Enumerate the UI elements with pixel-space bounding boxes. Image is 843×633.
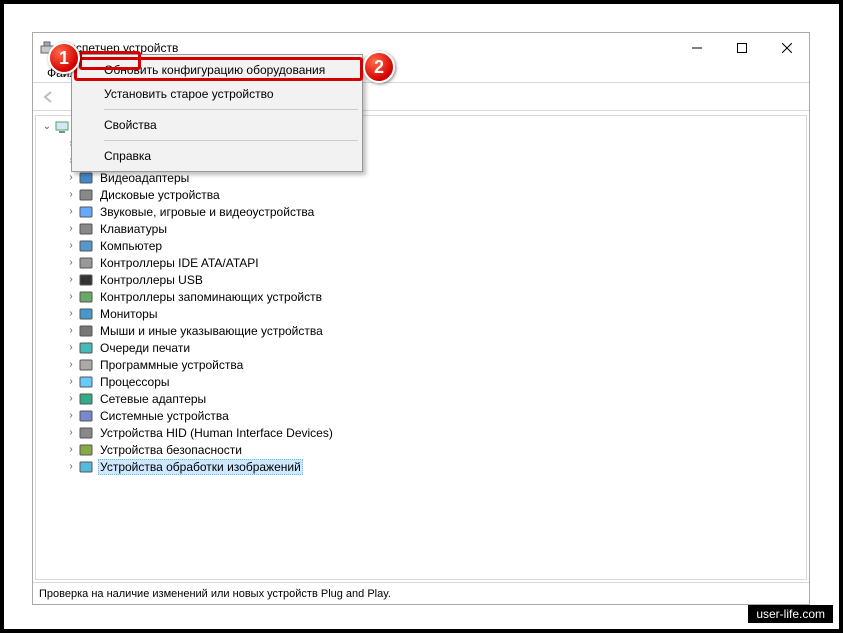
- menu-item-props[interactable]: Свойства: [74, 113, 360, 137]
- callout-2: 2: [363, 51, 395, 83]
- expand-toggle[interactable]: ›: [64, 461, 78, 472]
- cpu-icon: [78, 374, 94, 390]
- tree-item[interactable]: › Программные устройства: [36, 356, 806, 373]
- maximize-button[interactable]: [719, 33, 764, 63]
- window-controls: [674, 33, 809, 63]
- tree-item[interactable]: › Устройства обработки изображений: [36, 458, 806, 475]
- tree-item-label: Мыши и иные указывающие устройства: [98, 324, 325, 338]
- security-icon: [78, 442, 94, 458]
- computer-icon: [78, 238, 94, 254]
- status-text: Проверка на наличие изменений или новых …: [39, 588, 391, 600]
- tree-item[interactable]: › Контроллеры IDE ATA/ATAPI: [36, 254, 806, 271]
- minimize-button[interactable]: [674, 33, 719, 63]
- imaging-icon: [78, 459, 94, 475]
- expand-toggle[interactable]: ›: [64, 325, 78, 336]
- expand-toggle[interactable]: ›: [64, 189, 78, 200]
- tree-item-label: Клавиатуры: [98, 222, 169, 236]
- tree-item-label: Сетевые адаптеры: [98, 392, 208, 406]
- tree-item-label: Программные устройства: [98, 358, 245, 372]
- tree-item-label: Контроллеры запоминающих устройств: [98, 290, 324, 304]
- tree-item[interactable]: › Устройства безопасности: [36, 441, 806, 458]
- tree-item[interactable]: › Устройства HID (Human Interface Devices…: [36, 424, 806, 441]
- storage-icon: [78, 289, 94, 305]
- expand-toggle[interactable]: ›: [64, 291, 78, 302]
- window-title: Диспетчер устройств: [61, 41, 674, 55]
- watermark: user-life.com: [748, 605, 833, 623]
- tree-item-label: Мониторы: [98, 307, 159, 321]
- software-icon: [78, 357, 94, 373]
- expand-toggle[interactable]: ›: [64, 308, 78, 319]
- tree-item[interactable]: › Дисковые устройства: [36, 186, 806, 203]
- expand-toggle[interactable]: ⌄: [40, 121, 54, 132]
- tree-container: ⌄ ›Аудиовходы и аудиовыходы›Батареи›Виде…: [33, 111, 809, 582]
- tree-item-label: Видеоадаптеры: [98, 171, 191, 185]
- expand-toggle[interactable]: ›: [64, 393, 78, 404]
- network-icon: [78, 391, 94, 407]
- ide-icon: [78, 255, 94, 271]
- expand-toggle[interactable]: ›: [64, 172, 78, 183]
- tree-item-label: Устройства HID (Human Interface Devices): [98, 426, 335, 440]
- statusbar: Проверка на наличие изменений или новых …: [33, 582, 809, 604]
- menu-item-help[interactable]: Справка: [74, 144, 360, 168]
- tree-item[interactable]: › Мыши и иные указывающие устройства: [36, 322, 806, 339]
- back-button[interactable]: [37, 85, 61, 109]
- expand-toggle[interactable]: ›: [64, 342, 78, 353]
- tree-item[interactable]: › Мониторы: [36, 305, 806, 322]
- tree-item-label: Контроллеры USB: [98, 273, 205, 287]
- expand-toggle[interactable]: ›: [64, 206, 78, 217]
- mouse-icon: [78, 323, 94, 339]
- system-icon: [78, 408, 94, 424]
- tree-item[interactable]: › Клавиатуры: [36, 220, 806, 237]
- tree-item-label: Дисковые устройства: [98, 188, 222, 202]
- tree-item-label: Устройства обработки изображений: [98, 459, 303, 475]
- expand-toggle[interactable]: ›: [64, 359, 78, 370]
- keyboard-icon: [78, 221, 94, 237]
- tree-item[interactable]: › Очереди печати: [36, 339, 806, 356]
- close-button[interactable]: [764, 33, 809, 63]
- tree-item-label: Системные устройства: [98, 409, 231, 423]
- tree-item-label: Компьютер: [98, 239, 164, 253]
- computer-icon: [54, 119, 70, 135]
- disk-icon: [78, 187, 94, 203]
- monitor-icon: [78, 306, 94, 322]
- tree-item[interactable]: › Звуковые, игровые и видеоустройства: [36, 203, 806, 220]
- expand-toggle[interactable]: ›: [64, 376, 78, 387]
- tree-item-label: Очереди печати: [98, 341, 192, 355]
- highlight-refresh-item: [74, 57, 363, 81]
- tree-item[interactable]: › Процессоры: [36, 373, 806, 390]
- expand-toggle[interactable]: ›: [64, 223, 78, 234]
- expand-toggle[interactable]: ›: [64, 240, 78, 251]
- tree-item[interactable]: › Системные устройства: [36, 407, 806, 424]
- tree-item[interactable]: › Контроллеры запоминающих устройств: [36, 288, 806, 305]
- sound-icon: [78, 204, 94, 220]
- expand-toggle[interactable]: ›: [64, 410, 78, 421]
- tree-item-label: Контроллеры IDE ATA/ATAPI: [98, 256, 261, 270]
- usb-icon: [78, 272, 94, 288]
- tree-item-label: Звуковые, игровые и видеоустройства: [98, 205, 316, 219]
- expand-toggle[interactable]: ›: [64, 427, 78, 438]
- tree-item[interactable]: › Контроллеры USB: [36, 271, 806, 288]
- tree-item[interactable]: › Компьютер: [36, 237, 806, 254]
- tree-item-label: Устройства безопасности: [98, 443, 244, 457]
- print-icon: [78, 340, 94, 356]
- callout-1: 1: [48, 42, 80, 74]
- expand-toggle[interactable]: ›: [64, 274, 78, 285]
- tree-item[interactable]: › Сетевые адаптеры: [36, 390, 806, 407]
- hid-icon: [78, 425, 94, 441]
- expand-toggle[interactable]: ›: [64, 257, 78, 268]
- menu-item-legacy[interactable]: Установить старое устройство: [74, 82, 360, 106]
- expand-toggle[interactable]: ›: [64, 444, 78, 455]
- tree-item-label: Процессоры: [98, 375, 172, 389]
- device-tree[interactable]: ⌄ ›Аудиовходы и аудиовыходы›Батареи›Виде…: [35, 115, 807, 580]
